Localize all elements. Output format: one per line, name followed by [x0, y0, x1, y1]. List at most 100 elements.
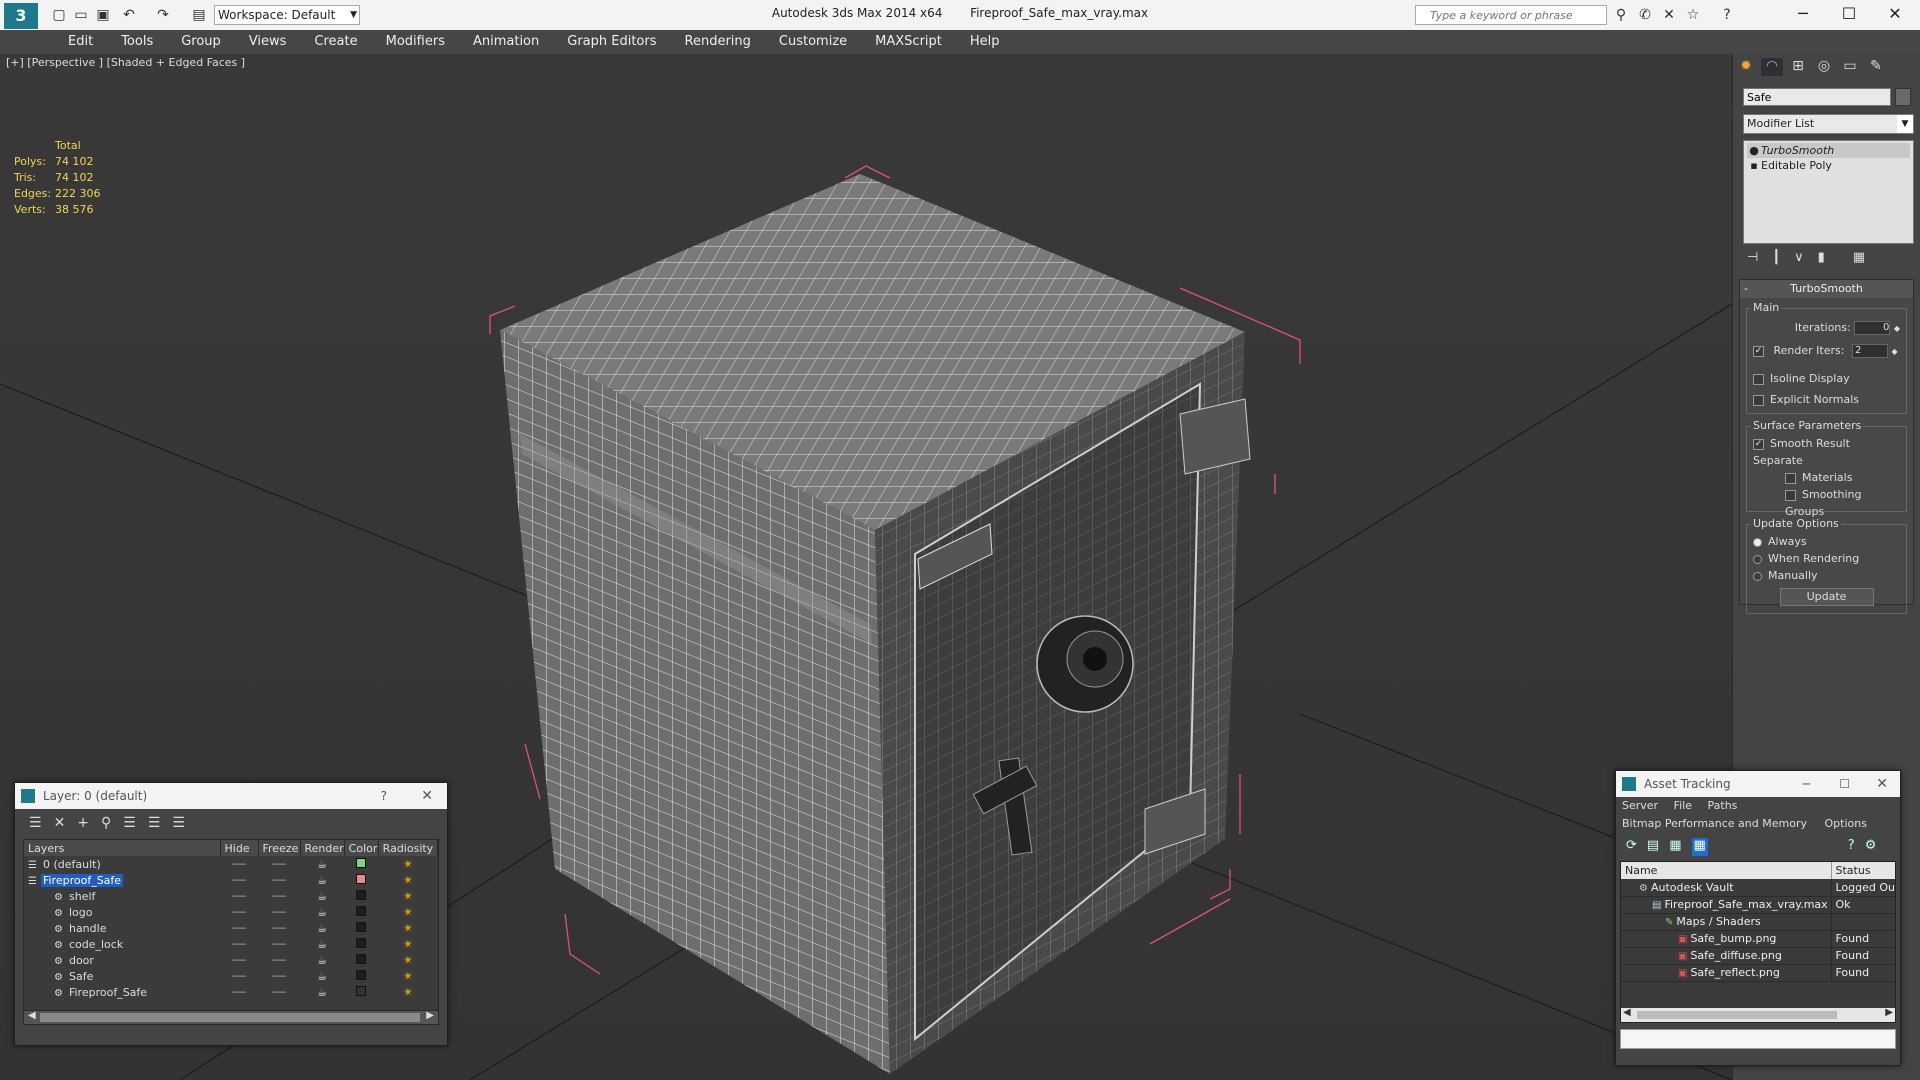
- menu-group[interactable]: Group: [167, 30, 235, 54]
- select-objects-icon[interactable]: ⚲: [101, 815, 111, 833]
- layer-color-swatch[interactable]: [344, 856, 378, 872]
- help-icon[interactable]: ?: [381, 783, 387, 809]
- radiosity-icon[interactable]: ☀: [378, 984, 437, 1000]
- menu-create[interactable]: Create: [300, 30, 371, 54]
- col-render[interactable]: Render: [300, 840, 345, 856]
- when-rendering-radio[interactable]: [1753, 554, 1762, 564]
- asset-menu-file[interactable]: File: [1674, 799, 1692, 812]
- hierarchy-tab-icon[interactable]: ⊞: [1787, 58, 1809, 76]
- app-logo-icon[interactable]: 3: [4, 3, 38, 29]
- col-status[interactable]: Status: [1831, 862, 1895, 879]
- radiosity-icon[interactable]: ☀: [378, 952, 437, 968]
- close-icon[interactable]: ✕: [1872, 0, 1918, 30]
- workspace-dropdown[interactable]: Workspace: Default ▼: [214, 5, 360, 25]
- stack-item-turbosmooth[interactable]: ● TurboSmooth: [1747, 143, 1910, 158]
- undo-icon[interactable]: ↶: [120, 6, 138, 24]
- render-teapot-icon[interactable]: ☕: [300, 904, 344, 920]
- asset-row[interactable]: ▣ Safe_reflect.png Found: [1621, 964, 1895, 982]
- close-icon[interactable]: ✕: [1876, 771, 1888, 797]
- freeze-toggle[interactable]: ──: [258, 984, 300, 1000]
- menu-views[interactable]: Views: [235, 30, 301, 54]
- layer-color-swatch[interactable]: [344, 904, 378, 920]
- layer-color-swatch[interactable]: [344, 952, 378, 968]
- asset-menu-server[interactable]: Server: [1622, 799, 1658, 812]
- stack-item-editable-poly[interactable]: ▪ Editable Poly: [1747, 158, 1910, 173]
- pin-stack-icon[interactable]: ⊣: [1747, 250, 1758, 265]
- help-icon[interactable]: ?: [1718, 6, 1736, 24]
- hide-toggle[interactable]: ──: [220, 888, 258, 904]
- radiosity-icon[interactable]: ☀: [378, 936, 437, 952]
- show-end-result-icon[interactable]: ┃: [1772, 250, 1780, 265]
- asset-row[interactable]: ▣ Safe_bump.png Found: [1621, 930, 1895, 948]
- layer-name[interactable]: shelf: [67, 890, 97, 903]
- layer-row[interactable]: ⚙ Safe ── ── ☕ ☀: [24, 968, 438, 984]
- asset-row[interactable]: ✎ Maps / Shaders: [1621, 913, 1895, 931]
- freeze-toggle[interactable]: ──: [258, 952, 300, 968]
- hide-toggle[interactable]: ──: [220, 904, 258, 920]
- layer-row[interactable]: ⚙ handle ── ── ☕ ☀: [24, 920, 438, 936]
- smoothing-groups-checkbox[interactable]: [1785, 489, 1796, 501]
- scroll-left-icon[interactable]: ◀: [1623, 1007, 1631, 1018]
- open-file-icon[interactable]: ▭: [72, 6, 90, 24]
- update-button[interactable]: Update: [1779, 588, 1874, 606]
- object-color-swatch[interactable]: [1895, 88, 1911, 106]
- asset-row[interactable]: ⚙ Autodesk Vault Logged Ou: [1621, 879, 1895, 897]
- materials-checkbox[interactable]: [1785, 472, 1796, 484]
- layer-color-swatch[interactable]: [344, 872, 378, 888]
- radiosity-icon[interactable]: ☀: [378, 872, 437, 888]
- minimize-icon[interactable]: ─: [1780, 0, 1826, 30]
- layer-name[interactable]: Fireproof_Safe: [67, 986, 149, 999]
- table-view-icon[interactable]: ▦: [1691, 838, 1708, 856]
- new-file-icon[interactable]: ▢: [50, 6, 68, 24]
- asset-path-field[interactable]: [1620, 1029, 1896, 1049]
- radiosity-icon[interactable]: ☀: [378, 904, 437, 920]
- iterations-spinner[interactable]: 0: [1854, 321, 1891, 335]
- tools-icon[interactable]: ✕: [1660, 6, 1678, 24]
- col-layers[interactable]: Layers: [24, 840, 221, 856]
- maximize-icon[interactable]: ☐: [1826, 0, 1872, 30]
- horizontal-scrollbar[interactable]: ◀ ▶: [1621, 1007, 1895, 1022]
- asset-dialog-title-bar[interactable]: Asset Tracking ─ ☐ ✕: [1616, 771, 1900, 797]
- spinner-arrows-icon[interactable]: ◆: [1894, 324, 1900, 333]
- display-tab-icon[interactable]: ▭: [1839, 58, 1861, 76]
- save-file-icon[interactable]: ▣: [94, 6, 112, 24]
- help-icon[interactable]: ?: [1848, 838, 1855, 856]
- explicit-normals-checkbox[interactable]: [1753, 394, 1764, 406]
- layer-name[interactable]: code_lock: [67, 938, 125, 951]
- maximize-icon[interactable]: ☐: [1839, 771, 1850, 797]
- communication-icon[interactable]: ✆: [1636, 6, 1654, 24]
- context-help-icon[interactable]: ⚙: [1865, 838, 1877, 856]
- render-teapot-icon[interactable]: ☕: [300, 888, 344, 904]
- layer-row[interactable]: ⚙ door ── ── ☕ ☀: [24, 952, 438, 968]
- always-radio[interactable]: [1753, 537, 1762, 547]
- utilities-tab-icon[interactable]: ✎: [1865, 58, 1887, 76]
- modifier-list-dropdown[interactable]: Modifier List ▼: [1743, 114, 1914, 134]
- freeze-toggle[interactable]: ──: [258, 904, 300, 920]
- scroll-thumb[interactable]: [40, 1013, 420, 1022]
- layer-row[interactable]: ⚙ shelf ── ── ☕ ☀: [24, 888, 438, 904]
- binoculars-icon[interactable]: ⚲: [1612, 6, 1630, 24]
- asset-row[interactable]: ▤ Fireproof_Safe_max_vray.max Ok: [1621, 896, 1895, 914]
- isoline-display-checkbox[interactable]: [1753, 373, 1764, 385]
- layer-color-swatch[interactable]: [344, 936, 378, 952]
- col-color[interactable]: Color: [344, 840, 379, 856]
- create-layer-icon[interactable]: ☰: [29, 815, 42, 833]
- layer-row[interactable]: ⚙ Fireproof_Safe ── ── ☕ ☀: [24, 984, 438, 1000]
- list-view-icon[interactable]: ▤: [1647, 838, 1659, 856]
- favorites-star-icon[interactable]: ☆: [1684, 6, 1702, 24]
- object-name-field[interactable]: [1743, 88, 1891, 106]
- search-box[interactable]: [1415, 5, 1607, 25]
- modify-tab-icon[interactable]: ◠: [1761, 58, 1783, 76]
- spinner-arrows-icon[interactable]: ◆: [1891, 347, 1897, 356]
- freeze-toggle[interactable]: ──: [258, 936, 300, 952]
- asset-menu-bitmap-performance[interactable]: Bitmap Performance and Memory: [1622, 817, 1807, 830]
- layer-name[interactable]: 0 (default): [41, 858, 103, 871]
- render-teapot-icon[interactable]: ☕: [300, 856, 344, 872]
- scroll-right-icon[interactable]: ▶: [426, 1010, 434, 1021]
- bulb-icon[interactable]: ●: [1747, 143, 1761, 158]
- col-freeze[interactable]: Freeze: [258, 840, 301, 856]
- configure-sets-icon[interactable]: ▦: [1853, 250, 1865, 265]
- layer-row[interactable]: ⚙ code_lock ── ── ☕ ☀: [24, 936, 438, 952]
- redo-icon[interactable]: ↷: [154, 6, 172, 24]
- radiosity-icon[interactable]: ☀: [378, 920, 437, 936]
